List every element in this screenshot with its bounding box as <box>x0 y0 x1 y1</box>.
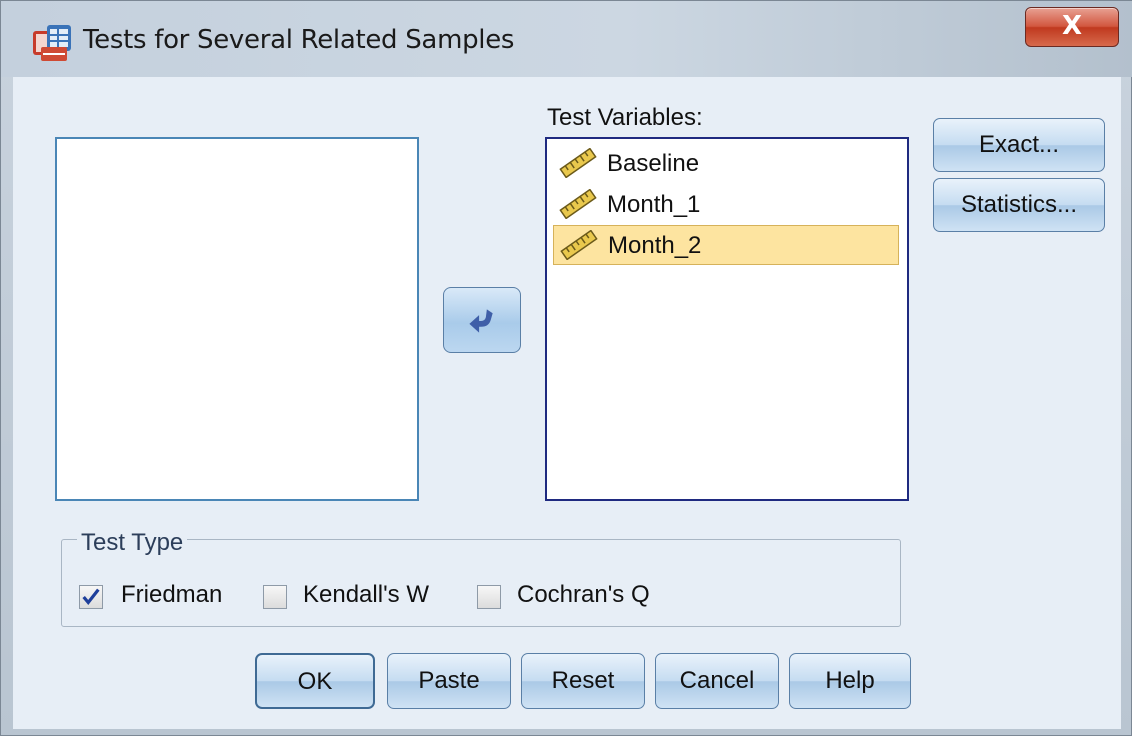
friedman-checkbox[interactable] <box>79 585 103 609</box>
close-button[interactable]: X <box>1025 7 1119 47</box>
kendalls-w-checkbox[interactable] <box>263 585 287 609</box>
ok-button-label: OK <box>297 668 333 695</box>
list-item-label: Month_1 <box>607 191 701 218</box>
window-title: Tests for Several Related Samples <box>83 25 515 55</box>
title-bar[interactable]: Tests for Several Related Samples X <box>1 1 1132 77</box>
move-variable-button[interactable] <box>443 287 521 353</box>
cancel-button[interactable]: Cancel <box>655 653 779 709</box>
cancel-button-label: Cancel <box>679 667 755 694</box>
statistics-button-label: Statistics... <box>960 191 1078 218</box>
friedman-label[interactable]: Friedman <box>121 581 222 609</box>
close-icon: X <box>1061 11 1083 41</box>
list-item-label: Baseline <box>607 150 700 177</box>
spss-table-icon <box>33 25 71 61</box>
list-item-label: Month_2 <box>608 232 702 259</box>
reset-button-label: Reset <box>551 667 615 694</box>
test-variables-label: Test Variables: <box>547 104 703 132</box>
move-left-arrow-icon <box>469 309 493 333</box>
statistics-button[interactable]: Statistics... <box>933 178 1105 232</box>
help-button[interactable]: Help <box>789 653 911 709</box>
paste-button-label: Paste <box>418 667 480 694</box>
list-item-month-1[interactable]: Month_1 <box>553 185 899 225</box>
source-variable-list[interactable] <box>55 137 419 501</box>
reset-button[interactable]: Reset <box>521 653 645 709</box>
help-button-label: Help <box>825 667 875 694</box>
checkmark-icon <box>82 588 100 606</box>
test-type-legend: Test Type <box>77 529 188 557</box>
cochrans-q-label[interactable]: Cochran's Q <box>517 581 650 609</box>
kendalls-w-label[interactable]: Kendall's W <box>303 581 429 609</box>
scale-ruler-icon <box>559 189 597 219</box>
exact-button-label: Exact... <box>978 131 1060 158</box>
cochrans-q-checkbox[interactable] <box>477 585 501 609</box>
exact-button[interactable]: Exact... <box>933 118 1105 172</box>
list-item-baseline[interactable]: Baseline <box>553 144 899 184</box>
paste-button[interactable]: Paste <box>387 653 511 709</box>
test-variables-label-text: Test Variables: <box>547 104 703 131</box>
ok-button[interactable]: OK <box>255 653 375 709</box>
scale-ruler-icon <box>560 230 598 260</box>
list-item-month-2[interactable]: Month_2 <box>553 225 899 265</box>
dialog-window: Tests for Several Related Samples X Test… <box>0 0 1132 736</box>
scale-ruler-icon <box>559 148 597 178</box>
